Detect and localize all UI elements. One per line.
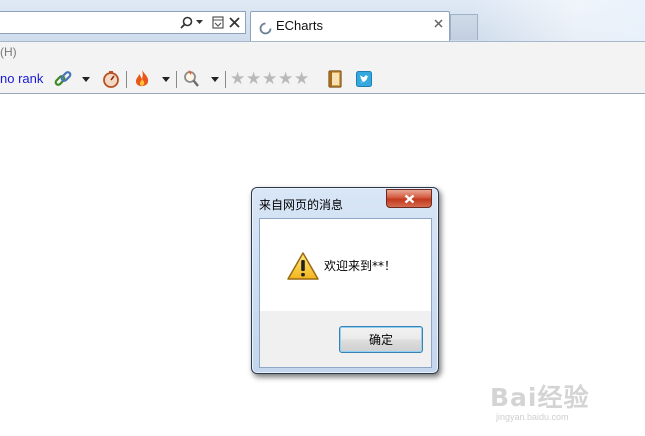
star-icon[interactable]: ★: [278, 70, 293, 88]
gauge-icon[interactable]: [100, 69, 122, 89]
ok-button[interactable]: 确定: [339, 326, 423, 353]
dialog-body: 欢迎来到**！ 确定: [259, 218, 432, 368]
baidu-watermark: Bai经验 jingyan.baidu.com: [490, 370, 640, 430]
star-icon[interactable]: ★: [246, 70, 261, 88]
toolbar-separator: [225, 71, 226, 88]
tab-echarts[interactable]: ECharts: [250, 11, 450, 41]
toolbar: no rank ★ ★ ★ ★ ★: [0, 64, 645, 94]
tab-title: ECharts: [276, 18, 323, 33]
close-icon: [404, 189, 415, 208]
star-icon[interactable]: ★: [230, 70, 245, 88]
search-dropdown-icon[interactable]: [194, 14, 204, 31]
toolbar-separator: [176, 71, 177, 88]
warning-icon: [286, 251, 320, 281]
watermark-url: jingyan.baidu.com: [496, 412, 569, 422]
loading-icon: [259, 20, 272, 39]
link-icon[interactable]: [52, 69, 74, 89]
tab-close-icon[interactable]: [434, 17, 443, 32]
twitter-icon[interactable]: [355, 69, 373, 89]
stop-close-icon[interactable]: [226, 14, 242, 31]
link-dropdown-icon[interactable]: [82, 77, 90, 82]
star-icon[interactable]: ★: [294, 70, 309, 88]
watermark-brand: Bai经验: [490, 383, 590, 412]
address-bar[interactable]: [0, 11, 246, 34]
toolbar-separator: [126, 71, 127, 88]
magnifier-dropdown-icon[interactable]: [211, 77, 219, 82]
rank-link[interactable]: no rank: [0, 71, 43, 86]
title-bar: ECharts: [0, 0, 645, 42]
search-icon[interactable]: [178, 14, 194, 31]
alert-dialog: 来自网页的消息 欢迎来到**！ 确定: [251, 187, 439, 374]
dialog-close-button[interactable]: [386, 189, 432, 208]
compat-view-icon[interactable]: [210, 14, 226, 31]
menu-bar: (H): [0, 42, 645, 64]
menu-help[interactable]: (H): [0, 45, 17, 59]
fire-dropdown-icon[interactable]: [162, 77, 170, 82]
dialog-title: 来自网页的消息: [259, 198, 344, 212]
magnifier-icon[interactable]: [180, 69, 202, 89]
star-icon[interactable]: ★: [262, 70, 277, 88]
dialog-message: 欢迎来到**！: [324, 259, 397, 273]
title-bar-decoration: [470, 0, 645, 41]
new-tab-button[interactable]: [450, 14, 478, 40]
fire-icon[interactable]: [131, 69, 153, 89]
notepad-icon[interactable]: [326, 69, 344, 89]
